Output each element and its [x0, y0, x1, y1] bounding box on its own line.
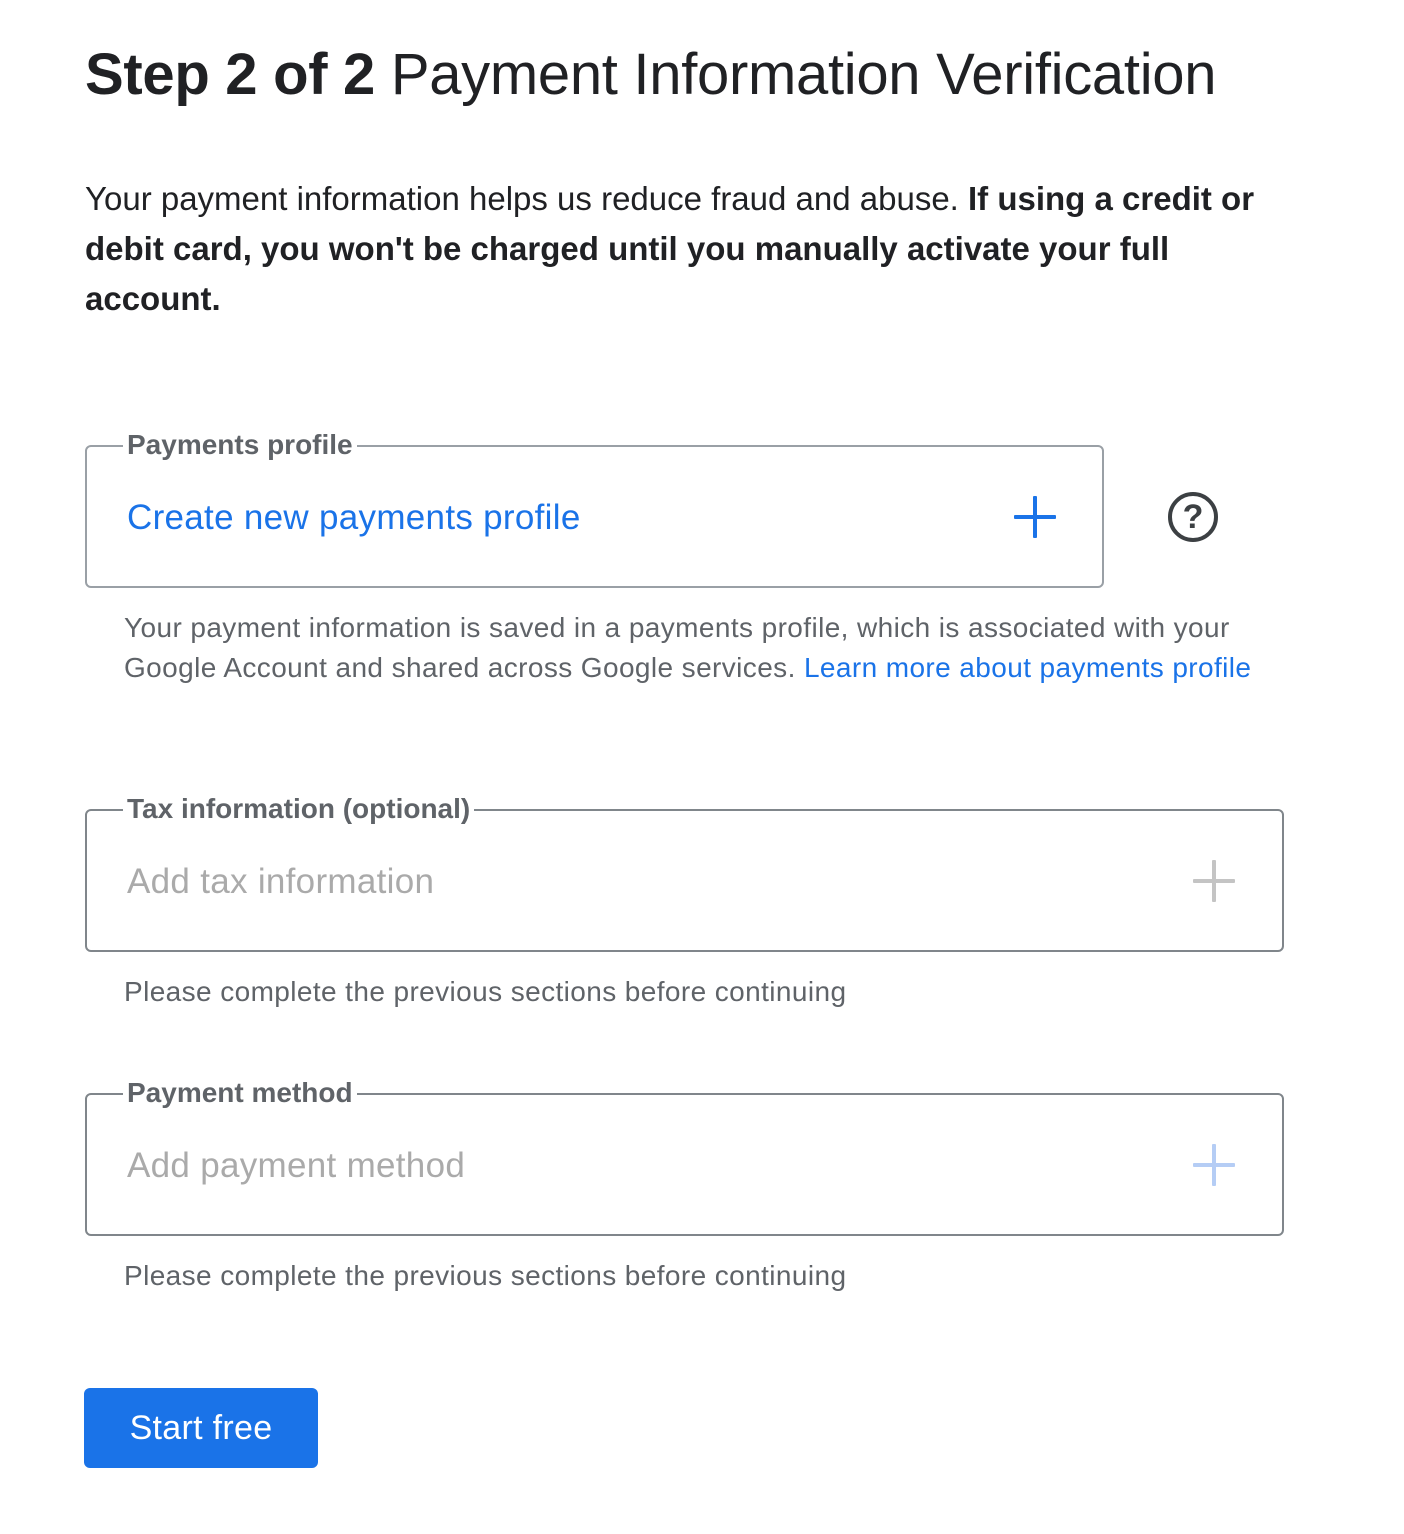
payment-method-helper: Please complete the previous sections be… — [124, 1260, 847, 1291]
page-title: Step 2 of 2 Payment Information Verifica… — [85, 40, 1217, 110]
add-tax-information-text[interactable]: Add tax information — [127, 859, 434, 905]
intro-text: Your payment information helps us reduce… — [85, 180, 959, 217]
step-indicator: Step 2 of 2 — [85, 42, 375, 107]
payment-method-legend: Payment method — [123, 1075, 357, 1111]
plus-icon[interactable] — [1193, 859, 1235, 902]
intro-paragraph: Your payment information helps us reduce… — [85, 174, 1300, 324]
tax-information-legend: Tax information (optional) — [123, 791, 475, 827]
learn-more-payments-profile-link[interactable]: Learn more about payments profile — [804, 652, 1251, 683]
payments-profile-legend: Payments profile — [123, 427, 357, 463]
page-title-text: Payment Information Verification — [390, 42, 1217, 107]
create-payments-profile-link[interactable]: Create new payments profile — [127, 495, 581, 541]
payment-method-field[interactable]: Payment method Add payment method — [85, 1075, 1284, 1236]
question-circle-icon[interactable]: ? — [1168, 492, 1218, 542]
tax-information-helper: Please complete the previous sections be… — [124, 976, 847, 1007]
add-payment-method-text[interactable]: Add payment method — [127, 1143, 465, 1189]
tax-information-field[interactable]: Tax information (optional) Add tax infor… — [85, 791, 1284, 952]
payments-profile-field[interactable]: Payments profile Create new payments pro… — [85, 427, 1104, 588]
plus-icon[interactable] — [1014, 495, 1056, 538]
payments-profile-helper: Your payment information is saved in a p… — [124, 608, 1294, 688]
plus-icon[interactable] — [1193, 1143, 1235, 1186]
start-free-button[interactable]: Start free — [84, 1388, 318, 1468]
